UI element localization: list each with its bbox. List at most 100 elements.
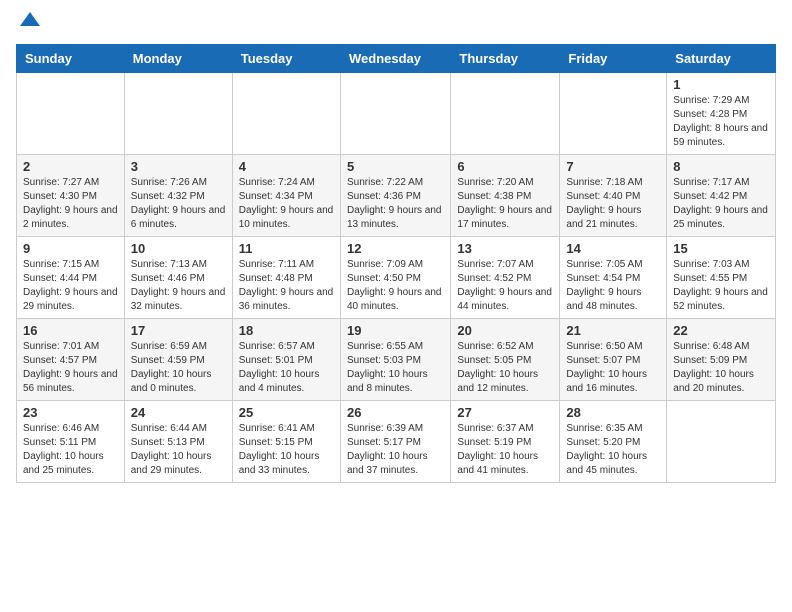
- calendar-cell: 27 Sunrise: 6:37 AM Sunset: 5:19 PM Dayli…: [451, 401, 560, 483]
- day-number: 3: [131, 159, 226, 174]
- calendar-cell: 11 Sunrise: 7:11 AM Sunset: 4:48 PM Dayli…: [232, 237, 340, 319]
- day-number: 27: [457, 405, 553, 420]
- calendar-cell: 3 Sunrise: 7:26 AM Sunset: 4:32 PM Daylig…: [124, 155, 232, 237]
- calendar-week-3: 16 Sunrise: 7:01 AM Sunset: 4:57 PM Dayli…: [17, 319, 776, 401]
- day-number: 1: [673, 77, 769, 92]
- calendar-cell: 4 Sunrise: 7:24 AM Sunset: 4:34 PM Daylig…: [232, 155, 340, 237]
- calendar-cell: [560, 73, 667, 155]
- weekday-header-sunday: Sunday: [17, 45, 125, 73]
- calendar-week-4: 23 Sunrise: 6:46 AM Sunset: 5:11 PM Dayli…: [17, 401, 776, 483]
- calendar-cell: 5Sunrise: 7:22 AM Sunset: 4:36 PM Daylig…: [340, 155, 450, 237]
- day-info: Sunrise: 6:46 AM Sunset: 5:11 PM Dayligh…: [23, 422, 118, 478]
- day-info: Sunrise: 6:59 AM Sunset: 4:59 PM Dayligh…: [131, 340, 226, 396]
- day-info: Sunrise: 6:55 AM Sunset: 5:03 PM Dayligh…: [347, 340, 444, 396]
- calendar-cell: [451, 73, 560, 155]
- day-info: Sunrise: 7:13 AM Sunset: 4:46 PM Dayligh…: [131, 258, 226, 314]
- calendar-cell: 2 Sunrise: 7:27 AM Sunset: 4:30 PM Daylig…: [17, 155, 125, 237]
- day-info: Sunrise: 7:20 AM Sunset: 4:38 PM Dayligh…: [457, 176, 553, 232]
- day-number: 16: [23, 323, 118, 338]
- calendar-cell: [232, 73, 340, 155]
- day-info: Sunrise: 6:44 AM Sunset: 5:13 PM Dayligh…: [131, 422, 226, 478]
- calendar-cell: 7Sunrise: 7:18 AM Sunset: 4:40 PM Daylig…: [560, 155, 667, 237]
- calendar-header-row: SundayMondayTuesdayWednesdayThursdayFrid…: [17, 45, 776, 73]
- calendar-cell: [124, 73, 232, 155]
- day-number: 8: [673, 159, 769, 174]
- day-number: 18: [239, 323, 334, 338]
- calendar-cell: [340, 73, 450, 155]
- day-number: 22: [673, 323, 769, 338]
- day-number: 12: [347, 241, 444, 256]
- day-info: Sunrise: 6:41 AM Sunset: 5:15 PM Dayligh…: [239, 422, 334, 478]
- calendar-cell: 20 Sunrise: 6:52 AM Sunset: 5:05 PM Dayli…: [451, 319, 560, 401]
- day-info: Sunrise: 7:11 AM Sunset: 4:48 PM Dayligh…: [239, 258, 334, 314]
- calendar-cell: 9 Sunrise: 7:15 AM Sunset: 4:44 PM Daylig…: [17, 237, 125, 319]
- calendar-cell: 1 Sunrise: 7:29 AM Sunset: 4:28 PM Daylig…: [667, 73, 776, 155]
- day-number: 15: [673, 241, 769, 256]
- day-number: 9: [23, 241, 118, 256]
- calendar-cell: 21 Sunrise: 6:50 AM Sunset: 5:07 PM Dayli…: [560, 319, 667, 401]
- calendar-cell: 13 Sunrise: 7:07 AM Sunset: 4:52 PM Dayli…: [451, 237, 560, 319]
- day-number: 13: [457, 241, 553, 256]
- day-number: 19: [347, 323, 444, 338]
- calendar-cell: [667, 401, 776, 483]
- day-number: 11: [239, 241, 334, 256]
- weekday-header-thursday: Thursday: [451, 45, 560, 73]
- calendar-cell: 16 Sunrise: 7:01 AM Sunset: 4:57 PM Dayli…: [17, 319, 125, 401]
- day-info: Sunrise: 6:48 AM Sunset: 5:09 PM Dayligh…: [673, 340, 769, 396]
- day-number: 5: [347, 159, 444, 174]
- day-info: Sunrise: 6:57 AM Sunset: 5:01 PM Dayligh…: [239, 340, 334, 396]
- calendar-cell: 6 Sunrise: 7:20 AM Sunset: 4:38 PM Daylig…: [451, 155, 560, 237]
- day-number: 24: [131, 405, 226, 420]
- calendar-cell: 22 Sunrise: 6:48 AM Sunset: 5:09 PM Dayli…: [667, 319, 776, 401]
- day-number: 2: [23, 159, 118, 174]
- day-info: Sunrise: 7:07 AM Sunset: 4:52 PM Dayligh…: [457, 258, 553, 314]
- page-header: [16, 16, 776, 32]
- calendar-cell: 14 Sunrise: 7:05 AM Sunset: 4:54 PM Dayli…: [560, 237, 667, 319]
- calendar-week-0: 1 Sunrise: 7:29 AM Sunset: 4:28 PM Daylig…: [17, 73, 776, 155]
- day-info: Sunrise: 7:26 AM Sunset: 4:32 PM Dayligh…: [131, 176, 226, 232]
- logo-icon: [18, 8, 42, 32]
- day-number: 17: [131, 323, 226, 338]
- day-info: Sunrise: 7:24 AM Sunset: 4:34 PM Dayligh…: [239, 176, 334, 232]
- day-info: Sunrise: 7:29 AM Sunset: 4:28 PM Dayligh…: [673, 94, 769, 150]
- weekday-header-wednesday: Wednesday: [340, 45, 450, 73]
- day-info: Sunrise: 7:27 AM Sunset: 4:30 PM Dayligh…: [23, 176, 118, 232]
- calendar-cell: 15Sunrise: 7:03 AM Sunset: 4:55 PM Dayli…: [667, 237, 776, 319]
- calendar-cell: 24 Sunrise: 6:44 AM Sunset: 5:13 PM Dayli…: [124, 401, 232, 483]
- day-number: 14: [566, 241, 660, 256]
- day-info: Sunrise: 7:18 AM Sunset: 4:40 PM Dayligh…: [566, 176, 660, 232]
- weekday-header-friday: Friday: [560, 45, 667, 73]
- day-info: Sunrise: 6:52 AM Sunset: 5:05 PM Dayligh…: [457, 340, 553, 396]
- weekday-header-tuesday: Tuesday: [232, 45, 340, 73]
- calendar-cell: 19 Sunrise: 6:55 AM Sunset: 5:03 PM Dayli…: [340, 319, 450, 401]
- calendar-week-1: 2 Sunrise: 7:27 AM Sunset: 4:30 PM Daylig…: [17, 155, 776, 237]
- logo: [16, 16, 42, 32]
- calendar-cell: 12Sunrise: 7:09 AM Sunset: 4:50 PM Dayli…: [340, 237, 450, 319]
- calendar-cell: 25 Sunrise: 6:41 AM Sunset: 5:15 PM Dayli…: [232, 401, 340, 483]
- calendar-cell: 18 Sunrise: 6:57 AM Sunset: 5:01 PM Dayli…: [232, 319, 340, 401]
- day-info: Sunrise: 6:50 AM Sunset: 5:07 PM Dayligh…: [566, 340, 660, 396]
- day-number: 21: [566, 323, 660, 338]
- weekday-header-monday: Monday: [124, 45, 232, 73]
- calendar-cell: [17, 73, 125, 155]
- day-number: 6: [457, 159, 553, 174]
- day-number: 28: [566, 405, 660, 420]
- calendar-cell: 23 Sunrise: 6:46 AM Sunset: 5:11 PM Dayli…: [17, 401, 125, 483]
- day-number: 4: [239, 159, 334, 174]
- day-info: Sunrise: 6:39 AM Sunset: 5:17 PM Dayligh…: [347, 422, 444, 478]
- day-info: Sunrise: 7:01 AM Sunset: 4:57 PM Dayligh…: [23, 340, 118, 396]
- day-number: 20: [457, 323, 553, 338]
- day-info: Sunrise: 7:15 AM Sunset: 4:44 PM Dayligh…: [23, 258, 118, 314]
- day-number: 25: [239, 405, 334, 420]
- calendar-cell: 17 Sunrise: 6:59 AM Sunset: 4:59 PM Dayli…: [124, 319, 232, 401]
- calendar-cell: 10 Sunrise: 7:13 AM Sunset: 4:46 PM Dayli…: [124, 237, 232, 319]
- day-number: 23: [23, 405, 118, 420]
- day-number: 10: [131, 241, 226, 256]
- day-info: Sunrise: 7:05 AM Sunset: 4:54 PM Dayligh…: [566, 258, 660, 314]
- calendar-cell: 26Sunrise: 6:39 AM Sunset: 5:17 PM Dayli…: [340, 401, 450, 483]
- calendar-table: SundayMondayTuesdayWednesdayThursdayFrid…: [16, 44, 776, 483]
- day-info: Sunrise: 6:35 AM Sunset: 5:20 PM Dayligh…: [566, 422, 660, 478]
- calendar-cell: 28 Sunrise: 6:35 AM Sunset: 5:20 PM Dayli…: [560, 401, 667, 483]
- day-info: Sunrise: 7:17 AM Sunset: 4:42 PM Dayligh…: [673, 176, 769, 232]
- day-info: Sunrise: 6:37 AM Sunset: 5:19 PM Dayligh…: [457, 422, 553, 478]
